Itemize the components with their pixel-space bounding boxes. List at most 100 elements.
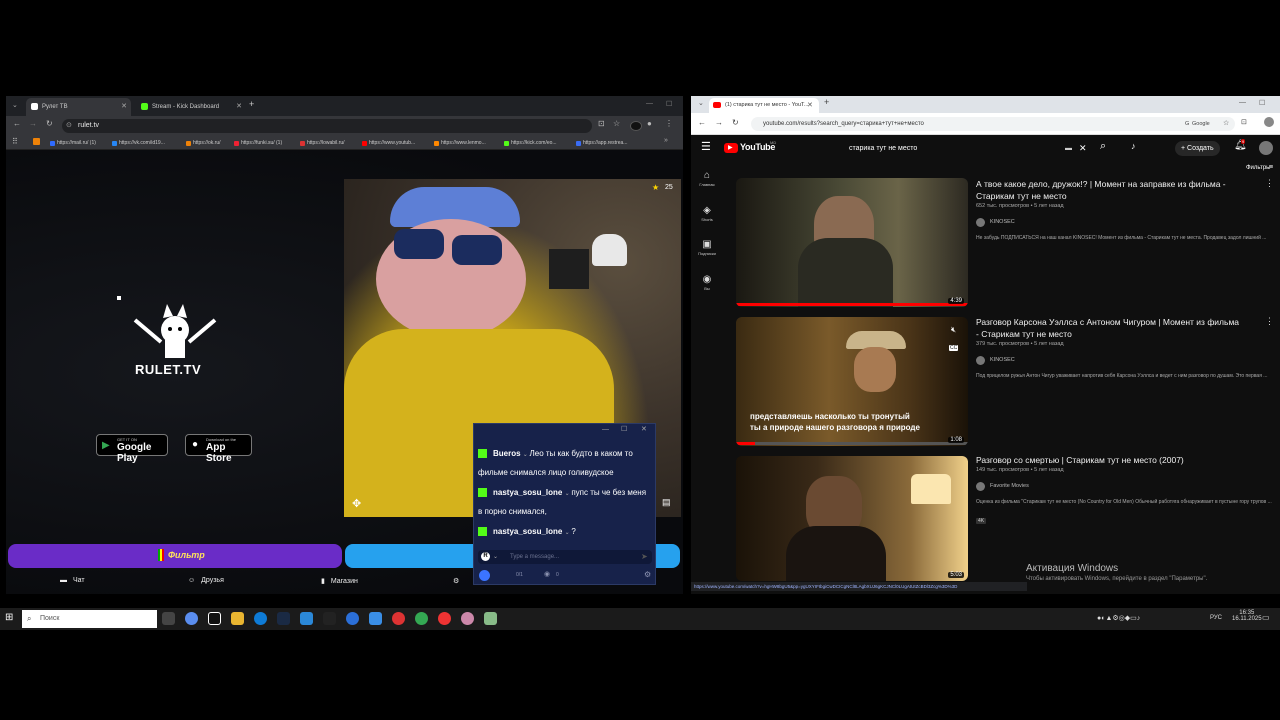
browser-icon[interactable]	[346, 612, 359, 625]
bookmark-item[interactable]: https://www.lenmo...	[434, 138, 486, 148]
microphone-icon[interactable]: ♪	[1131, 141, 1136, 151]
extension-icon[interactable]: ⊡	[1241, 118, 1247, 126]
video-title[interactable]: Разговор Карсона Уэллса с Антоном Чигуро…	[976, 316, 1241, 340]
clock[interactable]: 16:35 16.11.2025	[1232, 610, 1262, 622]
keyboard-icon[interactable]: ▬	[1065, 139, 1072, 158]
reload-icon[interactable]: ↻	[732, 118, 739, 127]
chat-username[interactable]: Bueros	[493, 449, 521, 458]
tab-rulet[interactable]: Рулет ТВ ✕	[26, 98, 131, 116]
menu-icon[interactable]: ⋮	[665, 119, 673, 128]
more-options-icon[interactable]: ⋮	[1265, 316, 1274, 327]
channel-name[interactable]: Favorite Movies	[976, 482, 1029, 491]
language-indicator[interactable]: РУС	[1210, 615, 1222, 621]
reload-icon[interactable]: ↻	[46, 119, 53, 128]
filter-button[interactable]: Фильтр	[8, 544, 342, 568]
youtube-search-input[interactable]: старика тут не место ▬ ✕	[837, 139, 1093, 158]
close-icon[interactable]: ✕	[641, 425, 647, 433]
close-icon[interactable]: ✕	[807, 98, 813, 113]
maximize-icon[interactable]: ☐	[1259, 99, 1265, 107]
opera-icon[interactable]	[392, 612, 405, 625]
forward-icon[interactable]: →	[29, 119, 37, 128]
more-options-icon[interactable]: ⋮	[1265, 178, 1274, 189]
chevron-down-icon[interactable]: ⌄	[493, 550, 498, 564]
tab-search-icon[interactable]: ⌄	[698, 99, 704, 107]
move-icon[interactable]: ✥	[352, 497, 361, 510]
captions-button[interactable]: CC	[949, 345, 959, 351]
task-view-icon[interactable]	[162, 612, 175, 625]
bookmark-item[interactable]: https://www.youtub...	[362, 138, 415, 148]
search-icon[interactable]: ⌕	[1100, 140, 1106, 153]
video-progress-track[interactable]	[736, 442, 968, 445]
apps-grid-icon[interactable]: ⠿	[12, 137, 18, 146]
back-icon[interactable]: ←	[13, 119, 21, 128]
video-title[interactable]: А твое какое дело, дружок!? | Момент на …	[976, 178, 1241, 202]
google-play-button[interactable]: ▶ GET IT ON Google Play	[96, 434, 168, 464]
emote-icon[interactable]	[479, 570, 490, 581]
obs-icon[interactable]	[461, 612, 474, 625]
more-bookmarks-icon[interactable]: »	[664, 137, 668, 144]
nav-settings[interactable]: ⚙	[453, 577, 465, 585]
sidebar-item-you[interactable]: ◉ Вы	[691, 274, 723, 291]
profile-icon[interactable]: ●	[647, 119, 652, 128]
file-explorer-icon[interactable]	[231, 612, 244, 625]
new-tab-icon[interactable]: +	[249, 99, 254, 109]
url-field[interactable]: ⊙ rulet.tv	[62, 119, 592, 133]
notifications-icon[interactable]: ▭	[1262, 613, 1270, 622]
chrome-icon[interactable]	[415, 612, 428, 625]
sidebar-item-subscriptions[interactable]: ▣ Подписки	[691, 239, 723, 256]
rewards-icon[interactable]: R	[481, 552, 490, 561]
maximize-icon[interactable]: ☐	[666, 100, 672, 108]
forward-icon[interactable]: →	[715, 118, 723, 127]
install-icon[interactable]: ⊡	[598, 119, 605, 128]
app-store-button[interactable]: ● Download on the App Store	[185, 434, 252, 464]
windows-start-icon[interactable]: ⊞	[5, 612, 13, 623]
video-thumbnail[interactable]: 5:03	[736, 456, 968, 581]
bookmark-item[interactable]: https://kick.com/eo...	[504, 138, 557, 148]
bookmark-star-icon[interactable]: ☆	[1223, 117, 1229, 131]
back-icon[interactable]: ←	[698, 118, 706, 127]
url-field[interactable]: youtube.com/results?search_query=старика…	[751, 117, 1235, 131]
chat-app-icon[interactable]	[300, 612, 313, 625]
new-tab-icon[interactable]: +	[824, 97, 829, 107]
create-button[interactable]: + Создать	[1175, 141, 1220, 156]
video-thumbnail[interactable]: 4:39	[736, 178, 968, 307]
minimize-icon[interactable]: —	[602, 426, 609, 433]
chat-settings-icon[interactable]: ⚙	[644, 570, 651, 579]
bookmark-item[interactable]: https://funki.su/ (1)	[234, 138, 282, 148]
mute-icon[interactable]: 🔇︎	[951, 325, 956, 335]
chat-username[interactable]: nastya_sosu_lone	[493, 488, 562, 497]
bookmark-item[interactable]: https://lowabil.ru/	[300, 138, 345, 148]
gift-icon[interactable]: ▤	[662, 497, 671, 508]
hamburger-menu-icon[interactable]: ☰	[701, 140, 711, 153]
copilot-icon[interactable]	[185, 612, 198, 625]
google-lens-icon[interactable]: G	[1185, 117, 1189, 131]
filters-button[interactable]: Фильтры	[1246, 165, 1270, 171]
site-info-icon[interactable]: ⊙	[66, 119, 72, 133]
nav-chat[interactable]: ▬ Чат	[60, 577, 85, 584]
video-thumbnail[interactable]: 🔇︎ CC представляешь насколько ты тронуты…	[736, 317, 968, 446]
taskbar-search-input[interactable]: ⌕ Поиск	[22, 610, 157, 628]
maximize-icon[interactable]: ☐	[621, 425, 627, 433]
bookmark-star-icon[interactable]: ☆	[613, 119, 620, 128]
avatar[interactable]	[1259, 141, 1273, 155]
send-icon[interactable]: ➤	[641, 550, 648, 564]
clear-search-icon[interactable]: ✕	[1079, 139, 1087, 158]
bookmark-item[interactable]: https://vk.com/id19...	[112, 138, 165, 148]
chat-input[interactable]: R ⌄ Type a message... ➤	[478, 550, 652, 564]
sidebar-item-home[interactable]: ⌂ Главная	[691, 170, 723, 187]
minimize-icon[interactable]: —	[646, 100, 653, 107]
tab-search-icon[interactable]: ⌄	[12, 101, 18, 109]
profile-icon[interactable]	[1264, 117, 1274, 127]
filters-icon[interactable]: ≡	[1269, 164, 1273, 171]
nvidia-icon[interactable]	[323, 612, 336, 625]
tab-youtube[interactable]: (1) старика тут не место - YouT... ✕	[709, 98, 819, 113]
channel-name[interactable]: KINOSEC	[976, 218, 1015, 227]
sidebar-item-shorts[interactable]: ◈ Shorts	[691, 205, 723, 222]
video-title[interactable]: Разговор со смертью | Старикам тут не ме…	[976, 454, 1241, 466]
youtube-app-icon[interactable]	[438, 612, 451, 625]
channel-name[interactable]: KINOSEC	[976, 356, 1015, 365]
edge-icon[interactable]	[254, 612, 267, 625]
nav-friends[interactable]: ☺ Друзья	[188, 577, 224, 584]
bookmark-item[interactable]: https://app.restrea...	[576, 138, 627, 148]
bookmark-item[interactable]: https://ok.ru/	[186, 138, 221, 148]
